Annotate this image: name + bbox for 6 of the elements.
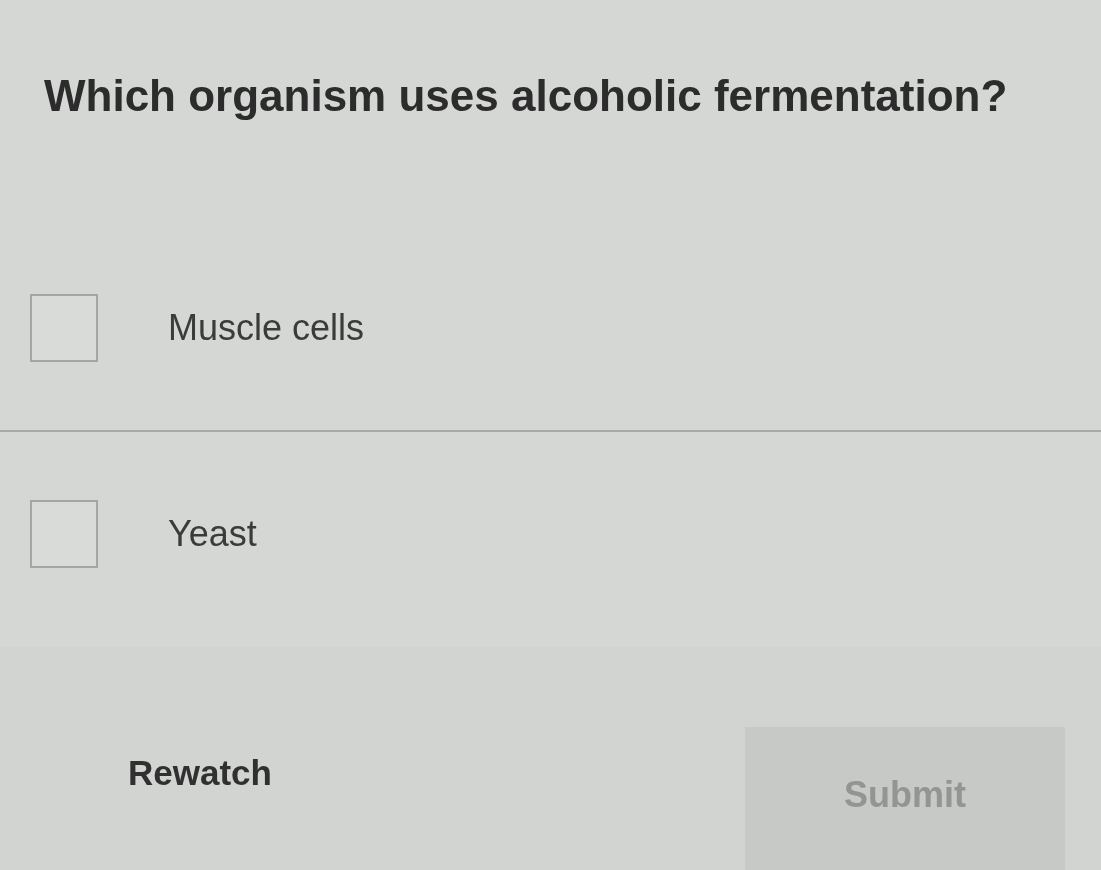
option-label: Yeast bbox=[168, 511, 257, 556]
option-label: Muscle cells bbox=[168, 305, 365, 350]
checkbox[interactable] bbox=[30, 293, 98, 362]
question-text: Which organism uses alcoholic fermentation? bbox=[44, 70, 1008, 122]
rewatch-button[interactable]: Rewatch bbox=[128, 747, 272, 800]
checkbox[interactable] bbox=[30, 499, 98, 568]
